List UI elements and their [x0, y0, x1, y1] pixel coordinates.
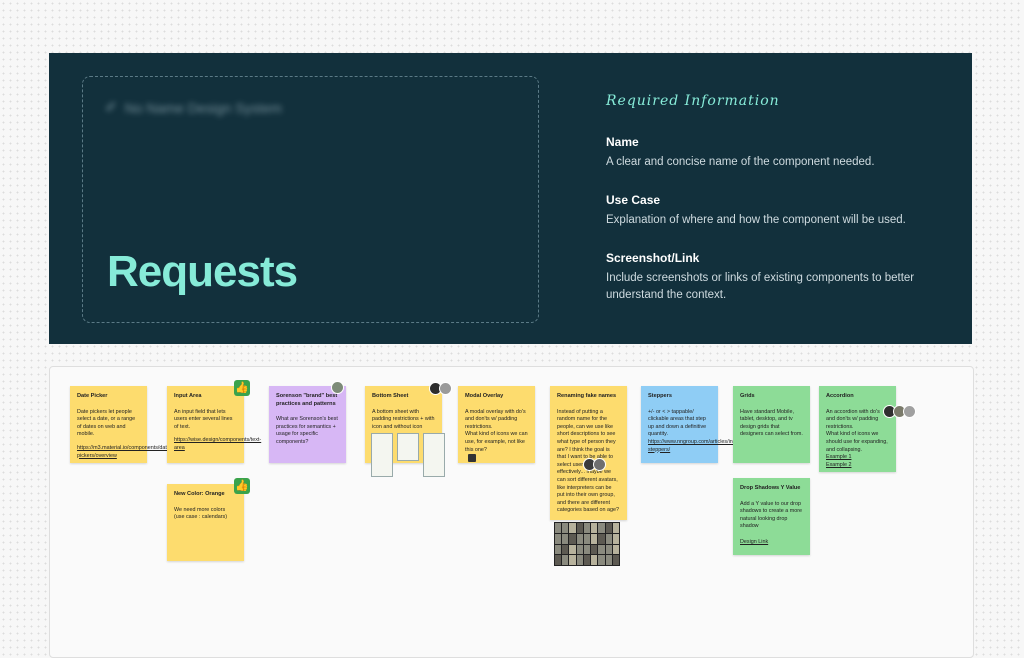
note-title: Accordion: [826, 393, 854, 399]
note-body: An input field that lets users enter sev…: [174, 408, 233, 430]
note-title: Steppers: [648, 393, 672, 399]
field-label-use-case: Use Case: [606, 193, 661, 207]
sticky-note-new-color-orange[interactable]: 👍 New Color: Orange We need more colors …: [167, 478, 250, 561]
sticky-note-renaming-fake-names[interactable]: Renaming fake names Instead of putting a…: [550, 386, 627, 520]
required-info: Required Information Name A clear and co…: [606, 93, 936, 326]
note-link[interactable]: Example 1 Example 2: [826, 454, 889, 469]
header-panel: ✐ No Name Design System Requests Require…: [49, 53, 972, 344]
sticky-note-drop-shadows[interactable]: Drop Shadows Y Value Add a Y value to ou…: [733, 478, 810, 555]
comment-avatars[interactable]: [429, 382, 452, 395]
thumbs-up-icon: 👍: [234, 478, 250, 494]
field-label-screenshot: Screenshot/Link: [606, 251, 700, 265]
screenshot-thumbnail: [423, 433, 445, 477]
brand-name: No Name Design System: [124, 99, 282, 116]
note-title: Date Picker: [77, 393, 108, 399]
note-body: Date pickers let people select a date, o…: [77, 408, 136, 438]
note-title: Drop Shadows Y Value: [740, 485, 801, 491]
note-body: +/- or < > tappable/ clickable areas tha…: [648, 408, 707, 438]
note-link[interactable]: https://www.nngroup.com/articles/input-s…: [648, 439, 742, 454]
note-link[interactable]: https://m3.material.io/components/date-p…: [77, 445, 172, 460]
comment-avatars[interactable]: [883, 405, 916, 418]
note-link[interactable]: Design Link: [740, 539, 803, 547]
avatar[interactable]: [439, 382, 452, 395]
avatar-gallery-screenshot: [554, 522, 620, 566]
sticky-note-modal-overlay[interactable]: Modal Overlay A modal overlay with do's …: [458, 386, 535, 463]
avatar[interactable]: [331, 381, 344, 394]
avatar[interactable]: [593, 458, 606, 471]
note-body: A modal overlay with do's and don'ts w/ …: [465, 408, 528, 453]
note-title: Renaming fake names: [557, 393, 617, 399]
note-title: Bottom Sheet: [372, 393, 409, 399]
sticky-note-input-area[interactable]: 👍 Input Area An input field that lets us…: [167, 380, 261, 463]
bottom-sheet-screenshots: [371, 433, 445, 477]
screenshot-thumbnail: [371, 433, 393, 477]
brand: ✐ No Name Design System: [105, 99, 282, 116]
field-desc-screenshot: Include screenshots or links of existing…: [606, 272, 915, 301]
thumbs-up-icon: 👍: [234, 380, 250, 396]
note-title: Grids: [740, 393, 755, 399]
sticky-note-board[interactable]: Date Picker Date pickers let people sele…: [49, 366, 974, 658]
brand-logo-icon: ✐: [105, 99, 117, 115]
comment-avatars[interactable]: [583, 458, 606, 471]
note-body: We need more colors (use case : calendar…: [174, 506, 228, 521]
info-heading: Required Information: [606, 93, 780, 109]
cover-frame: ✐ No Name Design System Requests: [82, 76, 539, 323]
note-body: Have standard Mobile, tablet, desktop, a…: [740, 408, 803, 438]
sticky-note-grids[interactable]: Grids Have standard Mobile, tablet, desk…: [733, 386, 810, 463]
screenshot-thumbnail: [397, 433, 419, 461]
note-title: Modal Overlay: [465, 393, 504, 399]
sticky-note-sorenson-brand[interactable]: Sorenson "brand" best practices and patt…: [269, 386, 346, 463]
comment-avatars[interactable]: [331, 381, 344, 394]
sticky-note-date-picker[interactable]: Date Picker Date pickers let people sele…: [70, 386, 172, 463]
field-desc-use-case: Explanation of where and how the compone…: [606, 214, 906, 226]
example-icon: [468, 454, 476, 463]
note-body: An accordion with do's and don'ts w/ pad…: [826, 408, 888, 453]
note-title: New Color: Orange: [174, 491, 225, 497]
note-title: Sorenson "brand" best practices and patt…: [276, 393, 338, 407]
note-body: Add a Y value to our drop shadows to cre…: [740, 500, 803, 530]
note-body: A bottom sheet with padding restrictions…: [372, 408, 435, 430]
avatar[interactable]: [903, 405, 916, 418]
note-body: What are Sorenson's best practices for s…: [276, 416, 338, 445]
sticky-note-steppers[interactable]: Steppers +/- or < > tappable/ clickable …: [641, 386, 742, 463]
page-title: Requests: [107, 247, 298, 296]
field-label-name: Name: [606, 135, 639, 149]
note-title: Input Area: [174, 393, 202, 399]
note-link[interactable]: https://wise.design/components/text-area: [174, 437, 261, 452]
field-desc-name: A clear and concise name of the componen…: [606, 156, 875, 168]
sticky-note-accordion[interactable]: Accordion An accordion with do's and don…: [819, 386, 896, 472]
